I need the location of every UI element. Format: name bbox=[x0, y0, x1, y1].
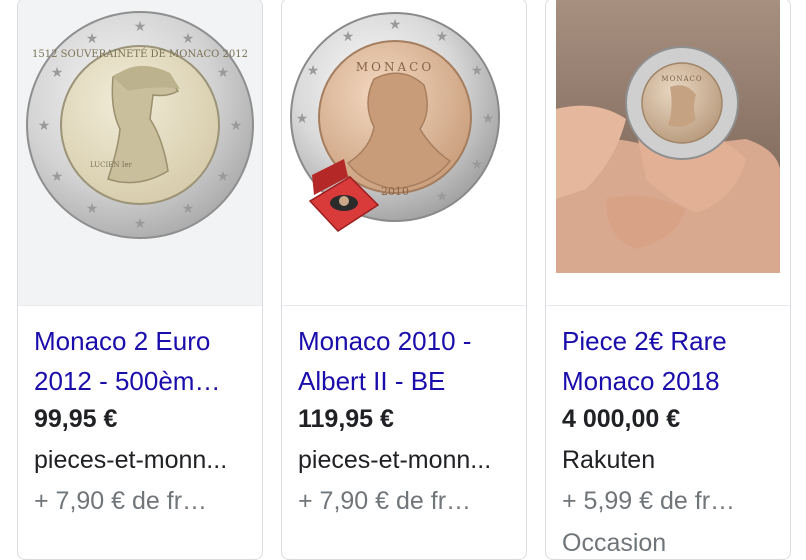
product-image[interactable]: ★ ★ ★ ★ ★ ★ ★ ★ ★ MONACO 2010 bbox=[282, 0, 526, 305]
svg-text:★: ★ bbox=[436, 189, 449, 205]
product-price: 4 000,00 € bbox=[562, 405, 681, 433]
product-shipping: + 7,90 € de fr… bbox=[298, 487, 472, 515]
product-title-link[interactable]: Monaco 2010 - Albert II - BE bbox=[298, 321, 512, 401]
product-card[interactable]: ★ ★ ★ ★ ★ ★ ★ ★ ★ MONACO 2010 Monaco 2010 - Al… bbox=[281, 0, 527, 560]
card-divider bbox=[282, 305, 526, 306]
svg-text:★: ★ bbox=[217, 169, 230, 185]
product-image[interactable]: ★ ★ ★ ★ ★ ★ ★ ★ ★ ★ ★ ★ 1512 SOUVERAINETÉ DE MON… bbox=[18, 0, 262, 305]
product-card[interactable]: ★ ★ ★ ★ ★ ★ ★ ★ ★ ★ ★ ★ 1512 SOUVERAINETÉ DE MON… bbox=[17, 0, 263, 560]
svg-text:★: ★ bbox=[38, 118, 51, 134]
svg-text:★: ★ bbox=[51, 65, 64, 81]
svg-text:★: ★ bbox=[182, 31, 195, 47]
svg-text:★: ★ bbox=[86, 201, 99, 217]
svg-text:★: ★ bbox=[86, 31, 99, 47]
svg-text:★: ★ bbox=[134, 216, 147, 232]
svg-text:★: ★ bbox=[51, 169, 64, 185]
product-title-link[interactable]: Piece 2€ Rare Monaco 2018 bbox=[562, 321, 776, 401]
svg-text:★: ★ bbox=[134, 19, 147, 35]
svg-text:★: ★ bbox=[307, 63, 320, 79]
coin-label: LUCIEN Ier bbox=[90, 161, 133, 169]
product-price: 119,95 € bbox=[298, 405, 394, 433]
svg-text:★: ★ bbox=[230, 118, 243, 134]
product-card[interactable]: MONACO Piece 2€ Rare Monaco 2018 4 000,0… bbox=[545, 0, 791, 560]
product-price: 99,95 € bbox=[34, 405, 118, 433]
coin-year: 2010 bbox=[381, 185, 409, 198]
coin-hand-photo: MONACO bbox=[556, 0, 780, 273]
product-merchant: Rakuten bbox=[562, 446, 656, 474]
product-shipping: + 5,99 € de fr… bbox=[562, 487, 736, 515]
svg-text:★: ★ bbox=[217, 65, 230, 81]
coin-lucien-image: ★ ★ ★ ★ ★ ★ ★ ★ ★ ★ ★ ★ 1512 SOUVERAINETÉ DE MON… bbox=[26, 11, 254, 239]
product-image[interactable]: MONACO bbox=[546, 0, 790, 305]
coin-albert-image: ★ ★ ★ ★ ★ ★ ★ ★ ★ MONACO 2010 bbox=[290, 12, 500, 232]
svg-text:★: ★ bbox=[182, 201, 195, 217]
coin-inscription: MONACO bbox=[661, 75, 702, 83]
product-condition: Occasion bbox=[562, 529, 667, 557]
svg-text:★: ★ bbox=[342, 29, 355, 45]
svg-text:★: ★ bbox=[389, 17, 402, 33]
coin-inscription: MONACO bbox=[356, 60, 434, 74]
svg-text:★: ★ bbox=[482, 111, 495, 127]
svg-text:★: ★ bbox=[296, 111, 309, 127]
product-title-link[interactable]: Monaco 2 Euro 2012 - 500èm… bbox=[34, 321, 248, 401]
product-shipping: + 7,90 € de fr… bbox=[34, 487, 208, 515]
svg-text:★: ★ bbox=[436, 29, 449, 45]
card-divider bbox=[18, 305, 262, 306]
svg-text:★: ★ bbox=[471, 63, 484, 79]
product-merchant: pieces-et-monn... bbox=[298, 446, 492, 474]
card-divider bbox=[546, 305, 790, 306]
svg-text:★: ★ bbox=[471, 157, 484, 173]
product-merchant: pieces-et-monn... bbox=[34, 446, 228, 474]
coin-inscription: 1512 SOUVERAINETÉ DE MONACO 2012 bbox=[32, 48, 248, 60]
